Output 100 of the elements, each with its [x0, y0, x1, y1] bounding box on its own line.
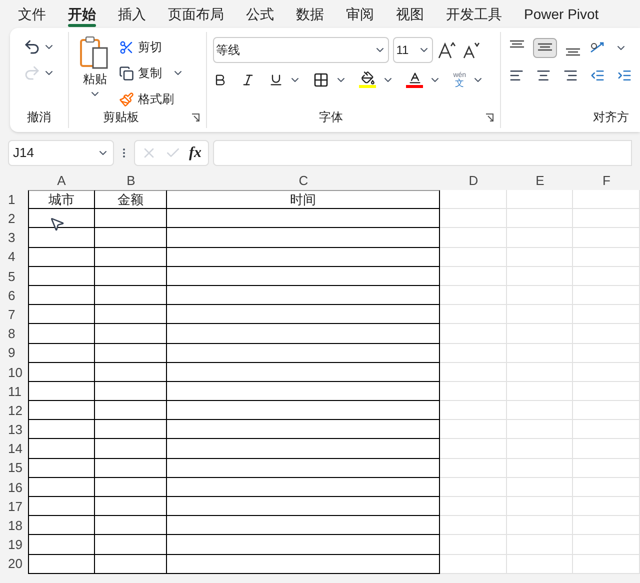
row-header[interactable]: 18	[0, 516, 28, 536]
ribbon-tab[interactable]: 开始	[68, 0, 96, 28]
table-cell	[573, 420, 640, 440]
table-cell	[507, 458, 573, 478]
row-header[interactable]: 2	[0, 209, 28, 228]
table-cell	[28, 439, 95, 459]
row-header[interactable]: 5	[0, 266, 28, 286]
row-header[interactable]: 16	[0, 478, 28, 497]
ribbon-tab[interactable]: 插入	[118, 0, 146, 28]
ribbon-tab[interactable]: 页面布局	[168, 0, 224, 28]
table-cell	[573, 305, 640, 324]
table-cell	[573, 535, 640, 555]
align-center-icon[interactable]	[536, 68, 551, 83]
row-header[interactable]: 3	[0, 228, 28, 248]
table-cell	[440, 305, 507, 324]
borders-icon[interactable]	[313, 72, 330, 88]
table-cell	[28, 420, 95, 440]
font-name-field[interactable]: 等线	[213, 37, 390, 63]
ribbon-tab[interactable]: 视图	[396, 0, 424, 28]
increase-indent-icon[interactable]	[617, 68, 632, 83]
grow-font-icon[interactable]	[437, 41, 458, 59]
row-header[interactable]: 6	[0, 286, 28, 306]
italic-icon[interactable]	[241, 72, 256, 86]
ribbon-tab[interactable]: 开发工具	[446, 0, 502, 28]
column-header[interactable]: E	[507, 172, 573, 190]
table-cell	[573, 516, 640, 536]
table-cell	[95, 228, 167, 248]
align-left-icon[interactable]	[509, 68, 524, 83]
row-header[interactable]: 17	[0, 497, 28, 516]
table-cell	[507, 535, 573, 555]
column-header[interactable]: C	[167, 172, 440, 190]
fill-color-icon[interactable]	[360, 71, 375, 85]
table-cell	[28, 228, 95, 248]
row-header[interactable]: 8	[0, 324, 28, 344]
table-cell	[28, 382, 95, 402]
column-header[interactable]: A	[28, 172, 95, 190]
group-label: 剪贴板	[103, 109, 140, 126]
row-header[interactable]: 11	[0, 382, 28, 402]
row-header[interactable]: 15	[0, 458, 28, 478]
ribbon-tab[interactable]: Power Pivot	[524, 0, 599, 28]
table-cell	[95, 401, 167, 420]
table-cell	[573, 382, 640, 402]
row-header[interactable]: 20	[0, 554, 28, 574]
font-size-field[interactable]: 11	[393, 37, 434, 63]
ribbon-tab[interactable]: 文件	[18, 0, 46, 28]
table-cell	[440, 497, 507, 516]
table-cell	[440, 286, 507, 306]
shrink-font-icon[interactable]	[461, 41, 482, 59]
ribbon-tab[interactable]: 审阅	[346, 0, 374, 28]
underline-icon[interactable]	[269, 72, 284, 86]
font-color-icon[interactable]	[408, 71, 422, 85]
column-header[interactable]: D	[440, 172, 507, 190]
table-cell	[440, 401, 507, 420]
paste-button[interactable]: 粘贴	[75, 36, 116, 108]
table-cell	[573, 458, 640, 478]
insert-function-button[interactable]: fx	[189, 142, 202, 164]
ribbon-tab[interactable]: 公式	[246, 0, 274, 28]
row-header[interactable]: 7	[0, 305, 28, 324]
table-cell	[440, 248, 507, 267]
name-box[interactable]: J14	[8, 140, 114, 166]
row-header[interactable]: 10	[0, 362, 28, 382]
table-cell	[28, 266, 95, 286]
undo-icon[interactable]	[23, 38, 42, 56]
table-cell	[95, 324, 167, 344]
row-header[interactable]: 9	[0, 344, 28, 363]
table-cell	[95, 535, 167, 555]
format-painter-button[interactable]: 格式刷	[119, 90, 184, 108]
group-label: 对齐方	[593, 109, 630, 126]
decrease-indent-icon[interactable]	[590, 68, 605, 83]
cut-button[interactable]: 剪切	[119, 38, 184, 56]
table-cell	[95, 420, 167, 440]
row-header[interactable]: 13	[0, 420, 28, 440]
table-cell: 时间	[167, 190, 440, 210]
align-right-icon[interactable]	[563, 68, 578, 83]
copy-button[interactable]: 复制	[119, 64, 162, 82]
dialog-launcher-icon[interactable]	[191, 112, 200, 122]
table-cell	[573, 478, 640, 497]
table-cell	[573, 209, 640, 228]
dialog-launcher-icon[interactable]	[485, 112, 494, 122]
table-cell	[28, 516, 95, 536]
table-cell	[507, 478, 573, 497]
ribbon-tab[interactable]: 数据	[296, 0, 324, 28]
table-cell	[28, 401, 95, 420]
table-cell	[440, 362, 507, 382]
paintbrush-icon	[119, 92, 134, 106]
row-header[interactable]: 19	[0, 535, 28, 555]
table-cell	[507, 248, 573, 267]
table-cell	[573, 286, 640, 306]
row-header[interactable]: 14	[0, 439, 28, 459]
bold-icon[interactable]	[213, 72, 228, 86]
column-header[interactable]: F	[573, 172, 640, 190]
table-cell	[573, 248, 640, 267]
row-header[interactable]: 12	[0, 401, 28, 420]
formula-input-field[interactable]	[212, 140, 632, 166]
scissors-icon	[119, 40, 134, 54]
row-header[interactable]: 4	[0, 248, 28, 267]
table-cell	[95, 286, 167, 306]
row-header[interactable]: 1	[0, 190, 28, 210]
column-header[interactable]: B	[95, 172, 167, 190]
table-cell	[95, 458, 167, 478]
